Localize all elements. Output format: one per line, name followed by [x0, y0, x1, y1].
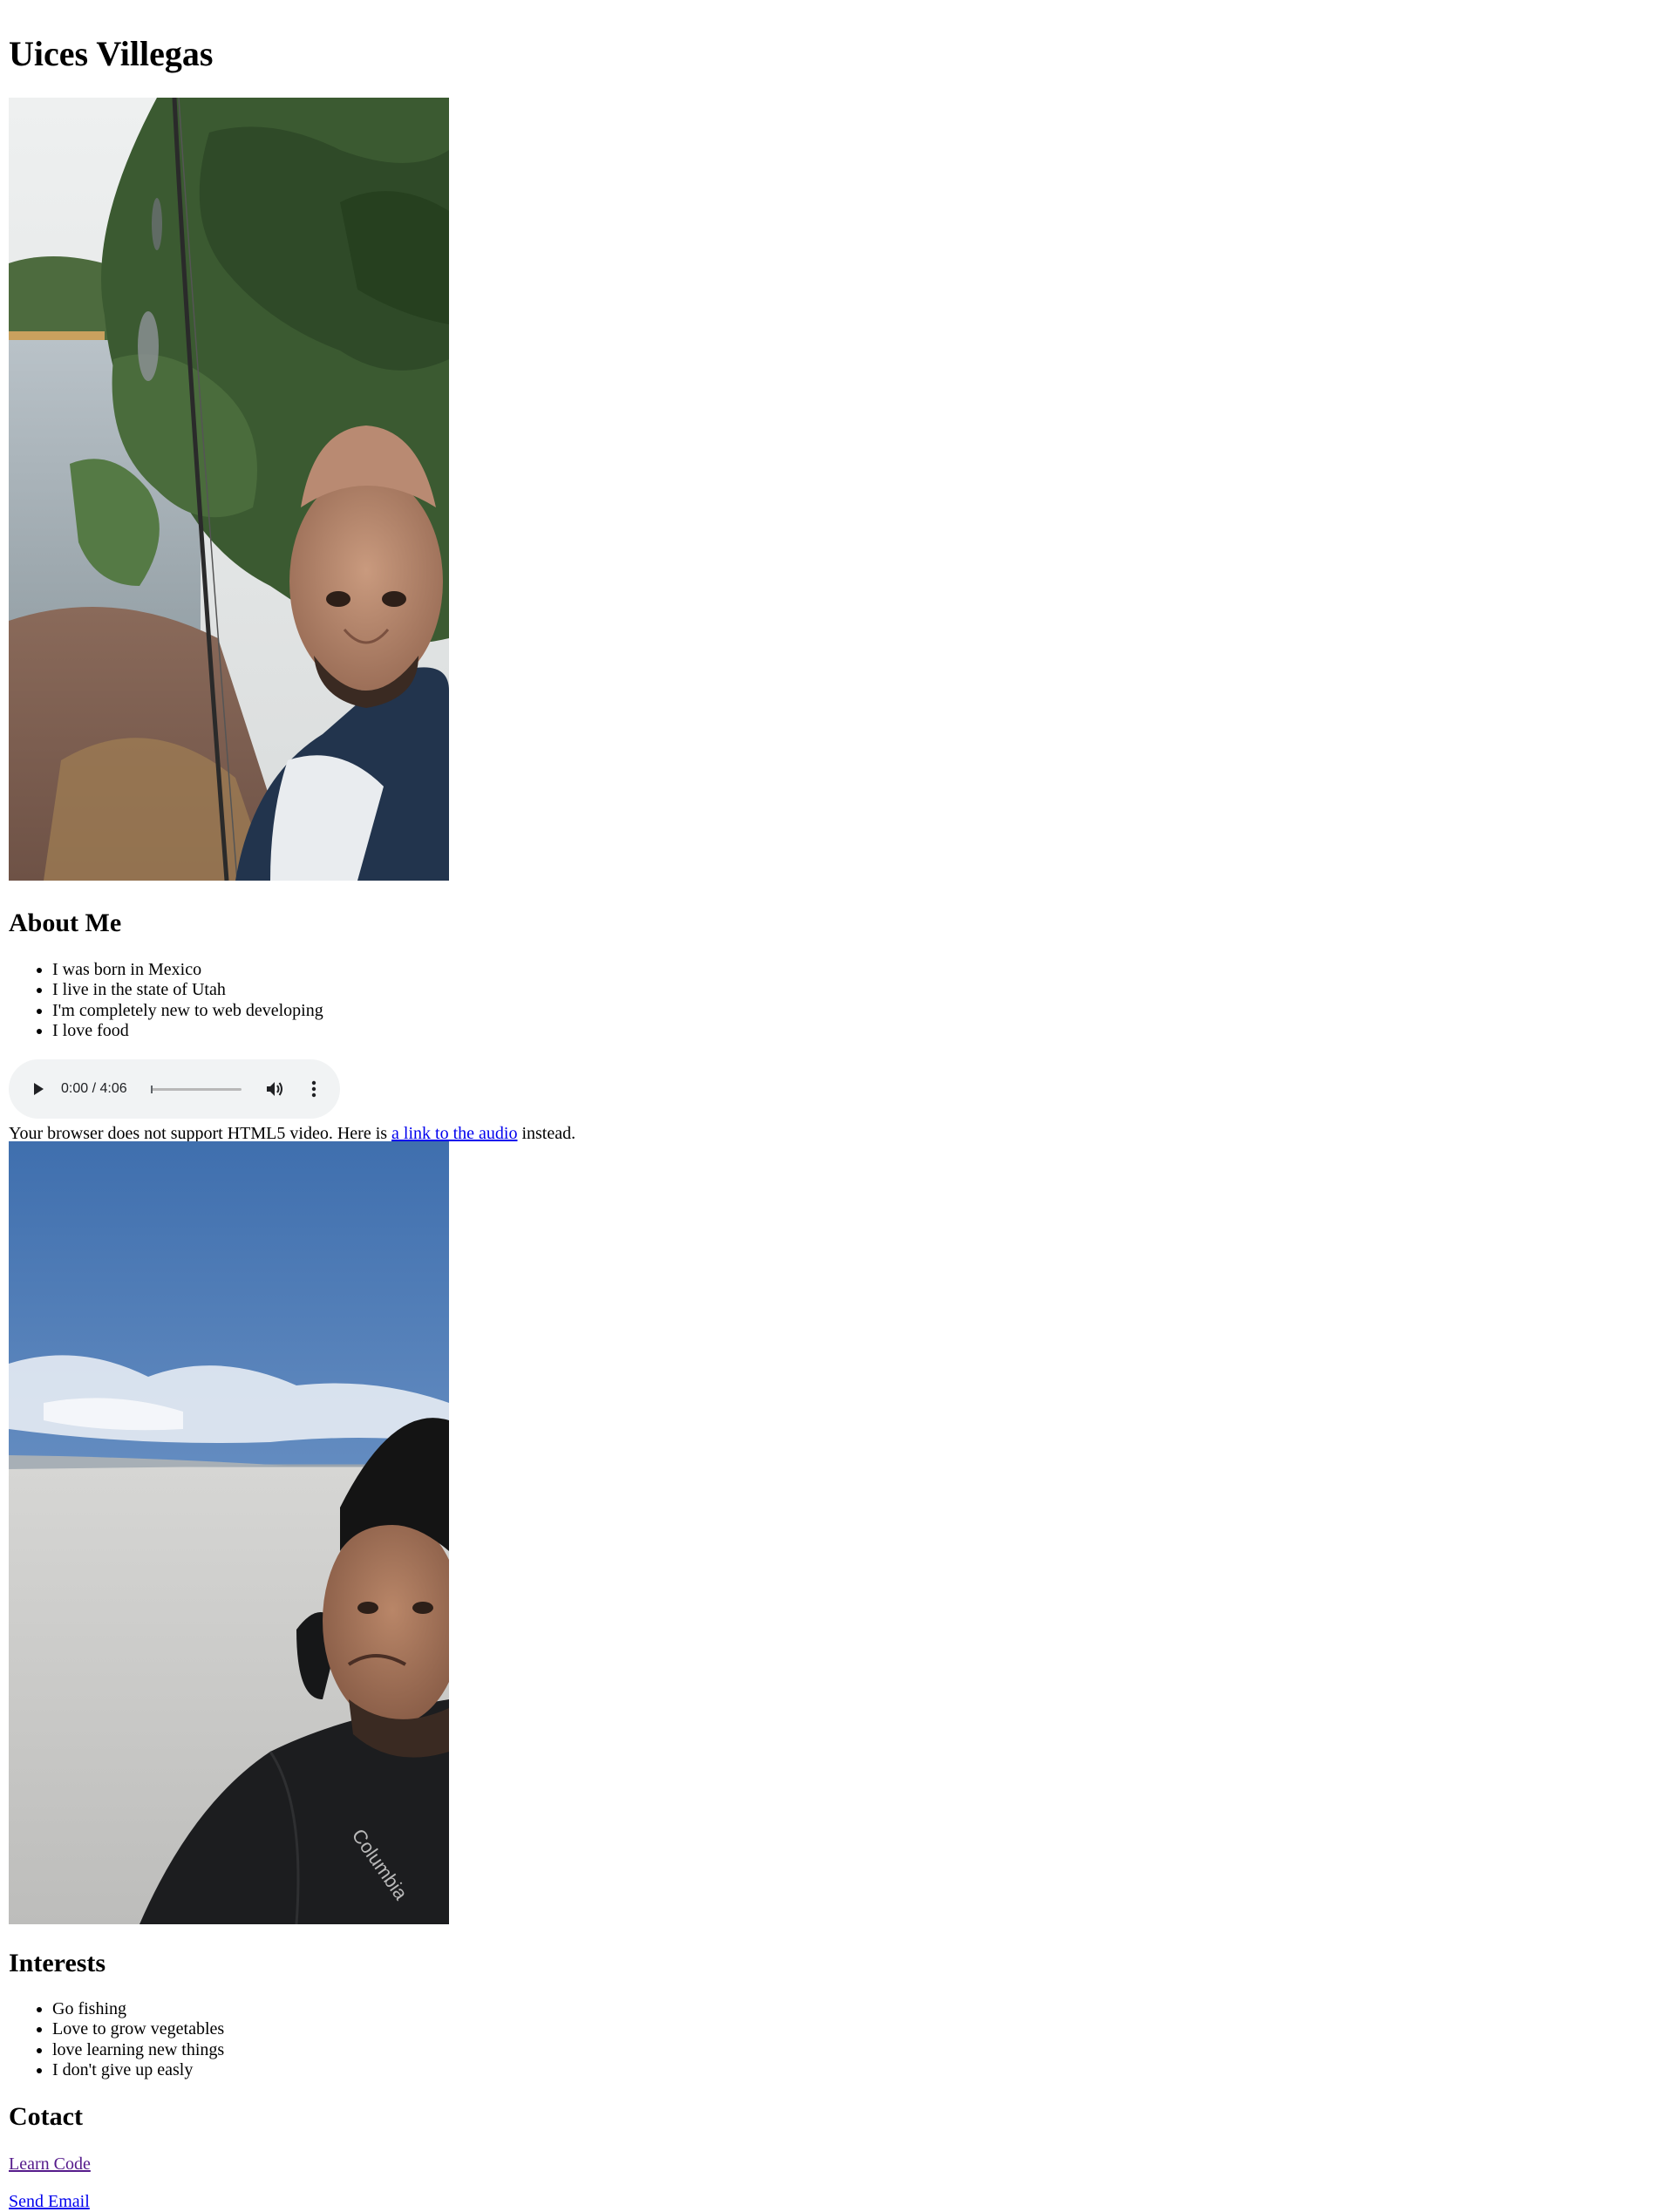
list-item: Go fishing: [52, 1999, 224, 2019]
fallback-text-after: instead.: [517, 1124, 576, 1143]
send-email-link[interactable]: Send Email: [9, 2192, 90, 2211]
profile-photo-lake: [9, 98, 449, 881]
salt-flats-photo: Columbia: [9, 1141, 449, 1924]
volume-icon[interactable]: [265, 1080, 284, 1098]
list-item: I'm completely new to web developing: [52, 1001, 323, 1021]
list-item: I live in the state of Utah: [52, 980, 323, 1000]
audio-progress-slider[interactable]: [151, 1086, 242, 1093]
contact-heading: Cotact: [9, 2102, 83, 2131]
learn-code-paragraph: Learn Code: [9, 2154, 91, 2175]
list-item: Love to grow vegetables: [52, 2019, 224, 2039]
list-item: I was born in Mexico: [52, 960, 323, 980]
interests-list: Go fishing Love to grow vegetables love …: [9, 1999, 224, 2080]
list-item: I love food: [52, 1021, 323, 1041]
list-item: I don't give up easly: [52, 2060, 224, 2080]
about-list: I was born in Mexico I live in the state…: [9, 960, 323, 1041]
list-item: love learning new things: [52, 2040, 224, 2060]
learn-code-link[interactable]: Learn Code: [9, 2154, 91, 2174]
audio-player[interactable]: 0:00 / 4:06: [9, 1059, 340, 1119]
about-heading: About Me: [9, 909, 122, 937]
fallback-text-before: Your browser does not support HTML5 vide…: [9, 1124, 392, 1143]
audio-time: 0:00 / 4:06: [61, 1081, 127, 1096]
play-icon[interactable]: [30, 1080, 47, 1098]
more-options-icon[interactable]: [310, 1079, 317, 1099]
audio-link[interactable]: a link to the audio: [391, 1124, 517, 1143]
page-title: Uices Villegas: [9, 34, 214, 73]
audio-progress-thumb[interactable]: [151, 1086, 153, 1093]
interests-heading: Interests: [9, 1949, 106, 1977]
